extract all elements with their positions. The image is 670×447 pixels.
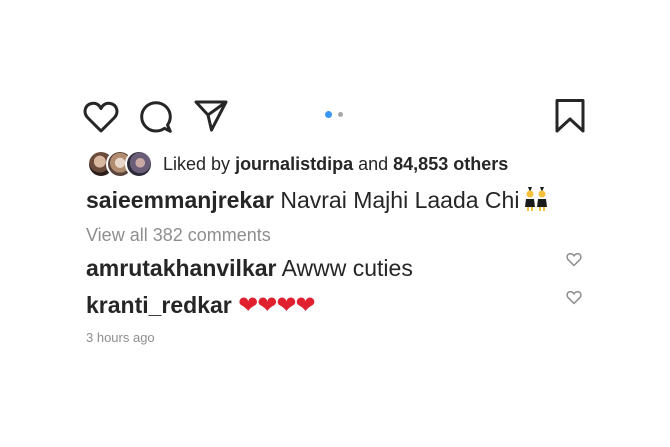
likes-count-link[interactable]: 84,853 others: [393, 154, 508, 174]
instagram-post: Liked by journalistdipa and 84,853 other…: [0, 0, 670, 447]
comment-like-heart-icon[interactable]: [566, 290, 582, 310]
view-all-comments-link[interactable]: View all 382 comments: [86, 224, 271, 246]
carousel-dot: [338, 112, 343, 117]
post-timestamp: 3 hours ago: [86, 330, 155, 345]
caption-text: Navrai Majhi Laada Chi: [280, 187, 520, 213]
action-bar: [0, 96, 670, 136]
likes-text: Liked by journalistdipa and 84,853 other…: [163, 152, 508, 176]
likes-prefix: Liked by: [163, 154, 231, 174]
liker-avatars: [87, 150, 153, 178]
caption: saieemmanjrekar Navrai Majhi Laada Chi: [86, 185, 551, 219]
comment-row: kranti_redkar ❤❤❤❤: [86, 290, 316, 321]
carousel-dot-active: [325, 111, 332, 118]
comment-bubble-icon[interactable]: [139, 100, 173, 134]
comment-row: amrutakhanvilkar Awww cuties: [86, 253, 413, 283]
dancing-twins-emoji-icon: [523, 186, 551, 219]
comment-username-link[interactable]: amrutakhanvilkar: [86, 255, 276, 281]
likes-summary: Liked by journalistdipa and 84,853 other…: [87, 150, 607, 178]
bookmark-icon[interactable]: [553, 98, 587, 134]
heart-outline-icon[interactable]: [83, 100, 119, 134]
likes-joiner: and: [358, 154, 389, 174]
comment-username-link[interactable]: kranti_redkar: [86, 292, 232, 318]
red-hearts-emoji: ❤❤❤❤: [238, 292, 315, 319]
avatar[interactable]: [125, 150, 153, 178]
paper-plane-icon[interactable]: [193, 99, 229, 133]
caption-username-link[interactable]: saieemmanjrekar: [86, 187, 274, 213]
comment-text: Awww cuties: [281, 255, 413, 281]
comment-like-heart-icon[interactable]: [566, 252, 582, 272]
liker-username-link[interactable]: journalistdipa: [235, 154, 353, 174]
